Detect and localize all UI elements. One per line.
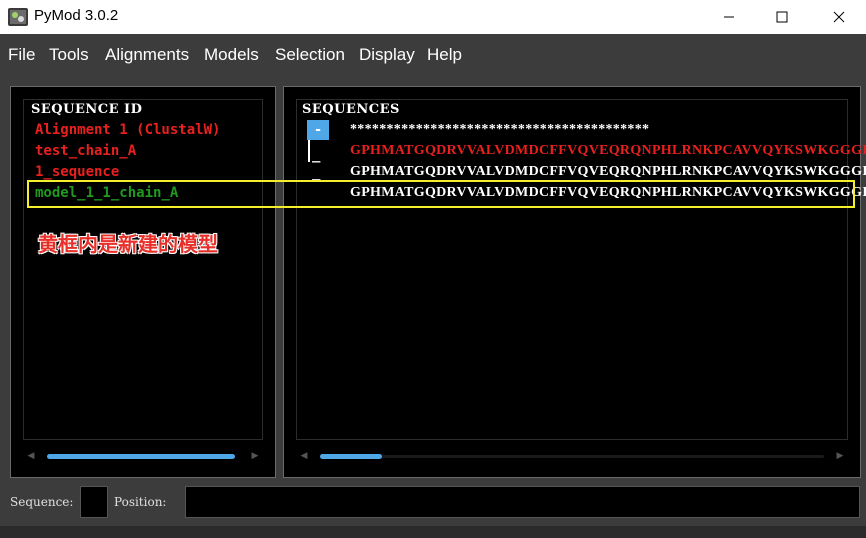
position-label: Position:: [114, 495, 167, 509]
seq-id-test-chain[interactable]: test_chain_A: [35, 143, 136, 159]
sequence-id-panel: SEQUENCE ID Alignment 1 (ClustalW) test_…: [10, 86, 276, 478]
scroll-right-icon[interactable]: ▶: [249, 449, 261, 463]
maximize-icon: [776, 11, 788, 23]
right-scroll-thumb[interactable]: [320, 454, 382, 459]
close-button[interactable]: [816, 0, 862, 34]
position-field[interactable]: [185, 486, 860, 518]
consensus-stars-line: ****************************************…: [350, 122, 650, 137]
collapse-alignment-button[interactable]: -: [307, 120, 329, 140]
left-scroll-thumb[interactable]: [47, 454, 235, 459]
tree-branch-mark: _: [312, 165, 321, 181]
sequence-line-1-sequence[interactable]: GPHMATGQDRVVALVDMDCFFVQVEQRQNPHLRNKPCAVV…: [350, 164, 866, 180]
minimize-button[interactable]: [706, 0, 752, 34]
maximize-button[interactable]: [759, 0, 805, 34]
menu-bar: File Tools Alignments Models Selection D…: [0, 34, 866, 74]
right-scroll-rail: [320, 455, 824, 458]
annotation-text: 黄框内是新建的模型: [38, 232, 218, 256]
menu-help[interactable]: Help: [427, 45, 462, 65]
left-horizontal-scrollbar[interactable]: ◀ ▶: [25, 449, 261, 463]
status-bar: Sequence: Position:: [0, 484, 866, 520]
minimize-icon: [724, 16, 734, 18]
menu-models[interactable]: Models: [204, 45, 259, 65]
window-title: PyMod 3.0.2: [34, 7, 119, 24]
menu-selection[interactable]: Selection: [275, 45, 345, 65]
sequences-header: SEQUENCES: [302, 102, 400, 117]
tree-branch-mark: _: [312, 147, 321, 163]
menu-tools[interactable]: Tools: [49, 45, 89, 65]
right-horizontal-scrollbar[interactable]: ◀ ▶: [298, 449, 846, 463]
menu-file[interactable]: File: [8, 45, 35, 65]
sequence-field[interactable]: [80, 486, 108, 518]
scroll-left-icon[interactable]: ◀: [298, 449, 310, 463]
bottom-edge-strip: [0, 526, 866, 538]
seq-id-alignment[interactable]: Alignment 1 (ClustalW): [35, 122, 220, 138]
sequence-line-test-chain[interactable]: GPHMATGQDRVVALVDMDCFFVQVEQRQNPHLRNKPCAVV…: [350, 143, 866, 159]
sequences-panel: SEQUENCES - _ _ ************************…: [283, 86, 866, 478]
seq-id-1-sequence[interactable]: 1_sequence: [35, 164, 119, 180]
sequence-label: Sequence:: [10, 495, 74, 509]
new-model-highlight-box: [27, 180, 855, 208]
sequence-id-header: SEQUENCE ID: [31, 102, 143, 117]
close-icon: [833, 11, 845, 23]
title-bar: PyMod 3.0.2: [0, 0, 866, 34]
scroll-right-icon[interactable]: ▶: [834, 449, 846, 463]
alignment-tree-line: [308, 140, 310, 162]
menu-display[interactable]: Display: [359, 45, 415, 65]
scroll-left-icon[interactable]: ◀: [25, 449, 37, 463]
menu-alignments[interactable]: Alignments: [105, 45, 189, 65]
pymod-app-icon: [8, 7, 28, 27]
